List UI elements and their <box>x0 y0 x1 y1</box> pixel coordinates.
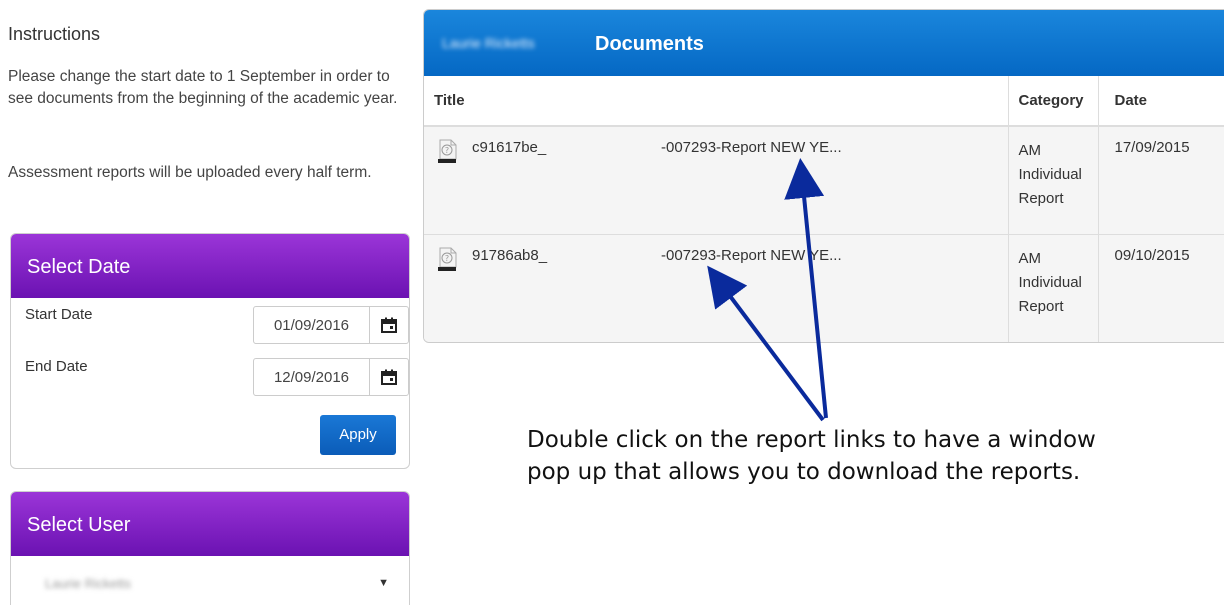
category-text: Individual <box>1018 166 1082 183</box>
user-dropdown[interactable]: Laurie Ricketts ▼ <box>23 566 397 605</box>
apply-button[interactable]: Apply <box>320 415 396 455</box>
table-header-row: Title Category Date <box>424 76 1224 127</box>
annotation-line: Double click on the report links to have… <box>527 427 1096 453</box>
table-row[interactable]: ? 91786ab8_ -007293-Report NEW YE... AM … <box>424 234 1224 342</box>
document-category-cell: AM Individual Report <box>1007 234 1098 342</box>
column-header-date[interactable]: Date <box>1097 76 1224 127</box>
end-date-calendar-button[interactable] <box>370 359 408 395</box>
user-dropdown-value: Laurie Ricketts <box>45 576 131 591</box>
instructions-paragraph: Assessment reports will be uploaded ever… <box>8 164 372 181</box>
select-user-header: Select User <box>11 492 409 556</box>
document-title-cell: ? c91617be_ -007293-Report NEW YE... <box>424 126 1008 235</box>
category-text: Report <box>1018 190 1064 207</box>
document-date-cell: 17/09/2015 <box>1097 126 1224 235</box>
start-date-input[interactable]: 01/09/2016 <box>253 306 409 344</box>
end-date-input[interactable]: 12/09/2016 <box>253 358 409 396</box>
category-text: AM <box>1018 249 1042 267</box>
documents-panel: Laurie Ricketts Documents Title Category… <box>423 9 1224 343</box>
start-date-row: Start Date 01/09/2016 <box>25 306 409 346</box>
document-date-cell: 09/10/2015 <box>1097 234 1224 342</box>
documents-table: Title Category Date ? c91617be_ -007293-… <box>424 76 1224 342</box>
document-file-id[interactable]: 91786ab8_ <box>472 247 547 264</box>
start-date-value[interactable]: 01/09/2016 <box>254 307 370 343</box>
svg-text:?: ? <box>445 254 449 263</box>
documents-title: Documents <box>595 33 704 55</box>
report-link[interactable]: -007293-Report NEW YE... <box>661 139 842 156</box>
calendar-icon <box>381 317 397 333</box>
dropdown-caret-icon: ▼ <box>378 577 389 589</box>
annotation-line: pop up that allows you to download the r… <box>527 459 1081 485</box>
annotation-text: Double click on the report links to have… <box>527 424 1147 488</box>
file-icon: ? <box>438 247 457 271</box>
start-date-label: Start Date <box>25 306 93 323</box>
column-header-title[interactable]: Title <box>424 76 1008 127</box>
end-date-label: End Date <box>25 358 88 375</box>
select-user-panel: Select User Laurie Ricketts ▼ <box>10 491 410 605</box>
table-row[interactable]: ? c91617be_ -007293-Report NEW YE... AM … <box>424 126 1224 235</box>
documents-owner-name: Laurie Ricketts <box>442 35 535 51</box>
instructions-title: Instructions <box>8 24 101 44</box>
select-date-header: Select Date <box>11 234 409 298</box>
end-date-row: End Date 12/09/2016 <box>25 358 409 398</box>
category-text: AM <box>1018 142 1042 159</box>
start-date-calendar-button[interactable] <box>370 307 408 343</box>
document-file-id[interactable]: c91617be_ <box>472 139 546 156</box>
column-header-category[interactable]: Category <box>1007 76 1098 127</box>
calendar-icon <box>381 369 397 385</box>
category-text: Individual <box>1018 273 1082 291</box>
svg-text:?: ? <box>445 146 449 155</box>
document-category-cell: AM Individual Report <box>1007 126 1098 235</box>
file-icon: ? <box>438 139 457 163</box>
report-link[interactable]: -007293-Report NEW YE... <box>661 247 842 264</box>
documents-header: Laurie Ricketts Documents <box>424 10 1224 76</box>
instructions-paragraph: Please change the start date to 1 Septem… <box>8 68 398 107</box>
category-text: Report <box>1018 297 1064 315</box>
select-date-panel: Select Date Start Date 01/09/2016 End Da… <box>10 233 410 469</box>
end-date-value[interactable]: 12/09/2016 <box>254 359 370 395</box>
document-title-cell: ? 91786ab8_ -007293-Report NEW YE... <box>424 234 1008 342</box>
